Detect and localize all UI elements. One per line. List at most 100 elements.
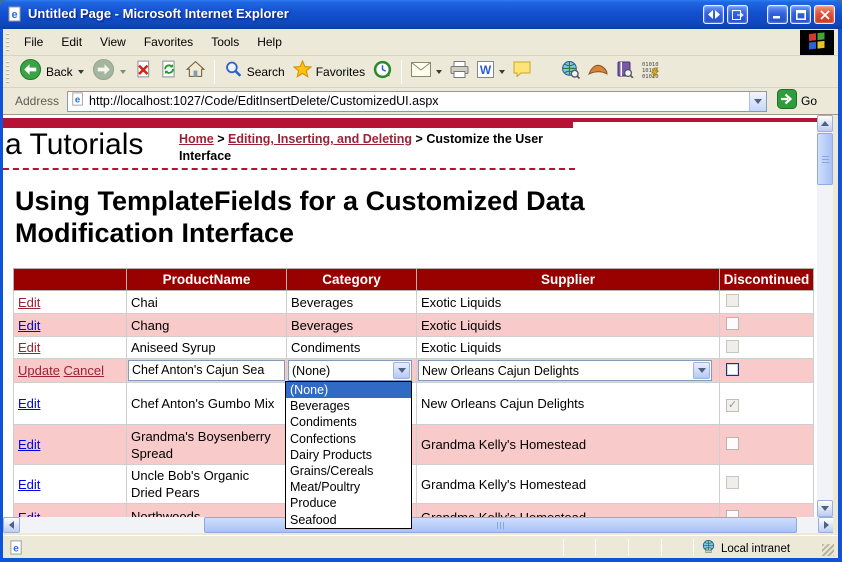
go-button[interactable]: Go xyxy=(777,89,817,114)
discontinued-checkbox xyxy=(726,340,739,353)
table-row: Edit Chai Beverages Exotic Liquids xyxy=(14,291,814,314)
breadcrumb-home-link[interactable]: Home xyxy=(179,132,214,146)
product-name-textbox[interactable]: Chef Anton's Cajun Sea xyxy=(128,360,285,381)
menu-edit[interactable]: Edit xyxy=(52,29,91,56)
supplier-cell: Grandma Kelly's Homestead xyxy=(417,504,720,518)
maximize-button[interactable] xyxy=(790,5,811,24)
address-url: http://localhost:1027/Code/EditInsertDel… xyxy=(89,94,749,108)
research-button[interactable] xyxy=(557,58,584,86)
standard-buttons-toolbar: Back Search Favorites xyxy=(3,56,838,88)
search-icon xyxy=(224,60,243,84)
stop-button[interactable] xyxy=(130,58,156,85)
category-dropdown-list: (None) Beverages Condiments Confections … xyxy=(285,381,412,529)
address-input[interactable]: e http://localhost:1027/Code/EditInsertD… xyxy=(67,91,767,112)
minimize-button[interactable] xyxy=(767,5,788,24)
edit-link[interactable]: Edit xyxy=(18,340,40,355)
web-tool-icon xyxy=(588,62,608,82)
history-button[interactable] xyxy=(369,58,396,86)
dropdown-option-selected[interactable]: (None) xyxy=(286,382,411,398)
dashed-divider xyxy=(3,168,575,170)
table-row: Edit Grandma's Boysenberry Spread Grandm… xyxy=(14,425,814,465)
edit-link[interactable]: Edit xyxy=(18,477,40,492)
edit-with-word-button[interactable]: W xyxy=(473,59,509,85)
ie-window: e Untitled Page - Microsoft Internet Exp… xyxy=(0,0,842,562)
address-dropdown-button[interactable] xyxy=(749,92,766,111)
encoding-button[interactable]: 010101010101010 xyxy=(638,59,664,85)
search-button[interactable]: Search xyxy=(220,58,289,86)
arrows-horizontal-button[interactable] xyxy=(703,5,724,24)
column-header-productname: ProductName xyxy=(127,269,287,291)
close-icon[interactable] xyxy=(814,5,835,24)
menu-grip[interactable] xyxy=(6,33,9,51)
edit-link[interactable]: Edit xyxy=(18,295,40,310)
table-row: Edit Northwoods Grandma Kelly's Homestea… xyxy=(14,504,814,518)
go-arrow-icon xyxy=(777,89,797,114)
menu-favorites[interactable]: Favorites xyxy=(135,29,202,56)
dropdown-option[interactable]: Meat/Poultry xyxy=(286,479,411,495)
vertical-scroll-thumb[interactable] xyxy=(817,133,833,185)
toolbar-grip[interactable] xyxy=(6,61,9,83)
pop-out-button[interactable] xyxy=(727,5,748,24)
dropdown-option[interactable]: Grains/Cereals xyxy=(286,463,411,479)
print-button[interactable] xyxy=(446,59,473,85)
discontinued-checkbox[interactable] xyxy=(726,363,739,376)
status-bar: e Local intranet xyxy=(3,535,838,558)
status-divider xyxy=(628,539,629,556)
mail-caret-icon xyxy=(436,70,442,74)
forward-icon xyxy=(92,58,115,86)
ie-page-icon: e xyxy=(7,6,23,22)
product-cell: Aniseed Syrup xyxy=(127,337,287,359)
cancel-link[interactable]: Cancel xyxy=(64,363,104,378)
research-globe-icon xyxy=(561,60,580,84)
category-select[interactable]: (None) xyxy=(288,360,412,381)
scroll-left-button[interactable] xyxy=(3,517,20,533)
discuss-note-icon xyxy=(513,61,531,82)
chevron-down-icon xyxy=(754,99,762,104)
edit-link[interactable]: Edit xyxy=(18,510,40,517)
dropdown-option[interactable]: Produce xyxy=(286,495,411,511)
home-button[interactable] xyxy=(182,58,209,85)
mail-button[interactable] xyxy=(407,60,446,84)
supplier-select[interactable]: New Orleans Cajun Delights xyxy=(418,360,712,381)
product-cell: Northwoods xyxy=(127,504,287,518)
update-link[interactable]: Update xyxy=(18,363,60,378)
select-arrow-button[interactable] xyxy=(393,362,410,379)
dropdown-option[interactable]: Beverages xyxy=(286,398,411,414)
select-arrow-button[interactable] xyxy=(693,362,710,379)
edit-link[interactable]: Edit xyxy=(18,437,40,452)
menu-file[interactable]: File xyxy=(15,29,52,56)
thumb-grip-icon xyxy=(822,156,829,163)
refresh-button[interactable] xyxy=(156,58,182,85)
title-bar[interactable]: e Untitled Page - Microsoft Internet Exp… xyxy=(0,0,842,29)
scroll-up-button[interactable] xyxy=(817,115,833,132)
security-zone-label: Local intranet xyxy=(721,543,790,555)
category-cell: Condiments xyxy=(287,337,417,359)
web-tool-button[interactable] xyxy=(584,60,612,84)
supplier-cell: Grandma Kelly's Homestead xyxy=(417,425,720,465)
chevron-down-icon xyxy=(821,506,829,511)
discontinued-checkbox xyxy=(726,510,739,517)
menu-tools[interactable]: Tools xyxy=(202,29,248,56)
supplier-cell: Grandma Kelly's Homestead xyxy=(417,465,720,504)
address-bar: Address e http://localhost:1027/Code/Edi… xyxy=(3,88,838,115)
discontinued-checkbox xyxy=(726,317,739,330)
dropdown-option[interactable]: Dairy Products xyxy=(286,447,411,463)
status-divider xyxy=(563,539,564,556)
reference-book-button[interactable] xyxy=(612,59,638,85)
discontinued-checkbox xyxy=(726,476,739,489)
dropdown-option[interactable]: Condiments xyxy=(286,414,411,430)
resize-grip[interactable] xyxy=(822,544,834,556)
back-button[interactable]: Back xyxy=(15,56,88,88)
breadcrumb-section-link[interactable]: Editing, Inserting, and Deleting xyxy=(228,132,412,146)
menu-view[interactable]: View xyxy=(91,29,135,56)
edit-link[interactable]: Edit xyxy=(18,318,40,333)
scroll-down-button[interactable] xyxy=(817,500,833,517)
dropdown-option[interactable]: Seafood xyxy=(286,512,411,528)
discuss-button[interactable] xyxy=(509,59,535,84)
favorites-button[interactable]: Favorites xyxy=(289,58,369,85)
forward-button[interactable] xyxy=(88,56,130,88)
dropdown-option[interactable]: Confections xyxy=(286,431,411,447)
status-divider xyxy=(661,539,662,556)
edit-link[interactable]: Edit xyxy=(18,396,40,411)
menu-help[interactable]: Help xyxy=(248,29,291,56)
